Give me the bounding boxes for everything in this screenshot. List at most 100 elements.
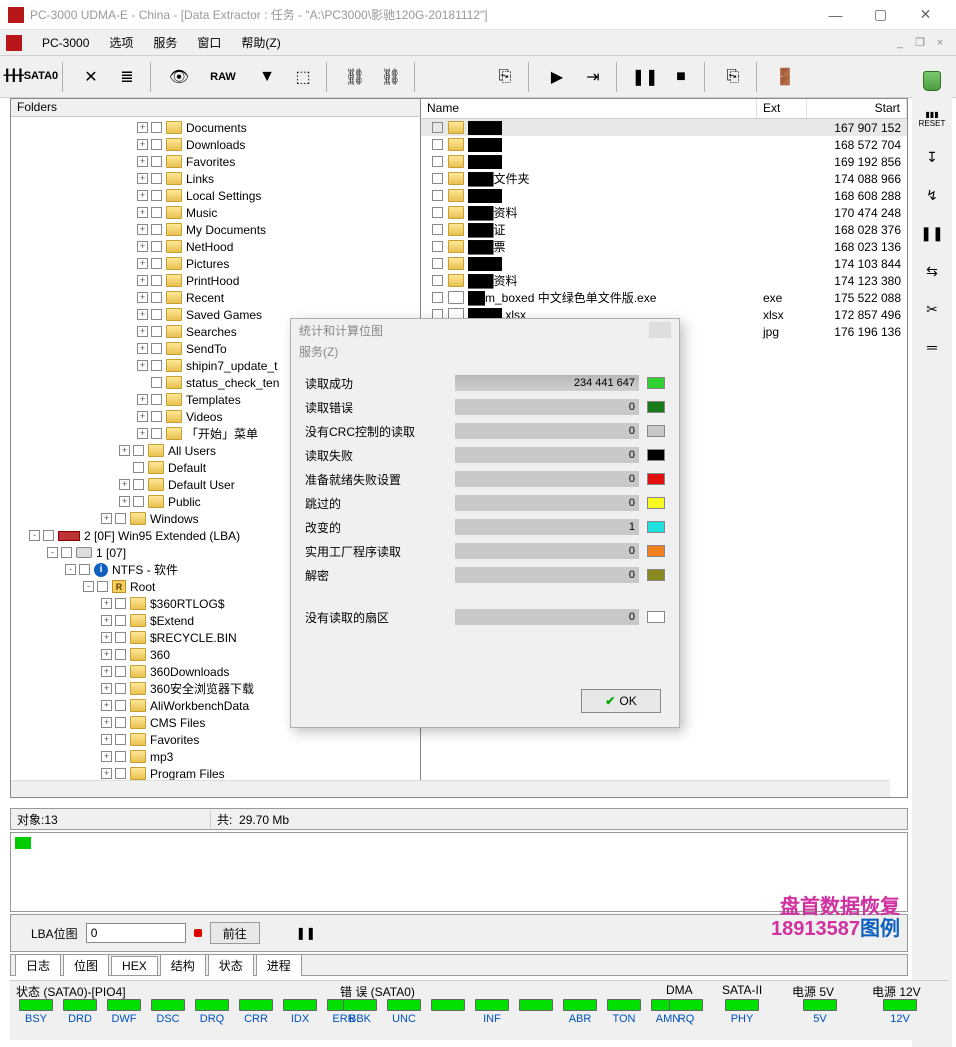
tree-toggle[interactable]: + xyxy=(101,632,112,643)
step-icon[interactable]: ⇥ xyxy=(576,60,610,94)
tree-toggle[interactable]: + xyxy=(137,139,148,150)
marker-down-icon[interactable]: ↧ xyxy=(917,142,947,172)
tree-toggle[interactable]: - xyxy=(83,581,94,592)
chain2-icon[interactable]: ⛓ xyxy=(374,60,408,94)
tree-checkbox[interactable] xyxy=(115,666,126,677)
tree-row[interactable]: +Favorites xyxy=(11,153,420,170)
tree-row[interactable]: +Recent xyxy=(11,289,420,306)
copy-icon[interactable]: ⎘ xyxy=(716,60,750,94)
mdi-close[interactable]: × xyxy=(930,35,950,51)
sata0-button[interactable]: ╂╂╂SATA0 xyxy=(6,60,56,94)
file-list-header[interactable]: Name Ext Start xyxy=(421,99,907,119)
file-checkbox[interactable] xyxy=(432,275,443,286)
tree-toggle[interactable]: + xyxy=(137,173,148,184)
file-checkbox[interactable] xyxy=(432,139,443,150)
tools-icon[interactable]: ✕ xyxy=(74,60,108,94)
tree-checkbox[interactable] xyxy=(61,547,72,558)
cut-icon[interactable]: ✂ xyxy=(917,294,947,324)
file-checkbox[interactable] xyxy=(432,190,443,201)
dialog-close-icon[interactable] xyxy=(649,322,671,338)
db-icon[interactable] xyxy=(917,66,947,96)
tree-toggle[interactable]: - xyxy=(47,547,58,558)
tree-checkbox[interactable] xyxy=(151,173,162,184)
tree-row[interactable]: +My Documents xyxy=(11,221,420,238)
maximize-button[interactable]: ▢ xyxy=(858,0,903,30)
tree-toggle[interactable]: + xyxy=(137,190,148,201)
file-checkbox[interactable] xyxy=(432,173,443,184)
tree-checkbox[interactable] xyxy=(133,445,144,456)
tree-checkbox[interactable] xyxy=(151,326,162,337)
tree-checkbox[interactable] xyxy=(115,513,126,524)
tree-checkbox[interactable] xyxy=(151,224,162,235)
pack-icon[interactable]: ⬚ xyxy=(286,60,320,94)
mdi-min[interactable]: _ xyxy=(890,35,910,51)
play-icon[interactable]: ▶ xyxy=(540,60,574,94)
funnel-icon[interactable]: ▼ xyxy=(250,60,284,94)
tree-checkbox[interactable] xyxy=(133,496,144,507)
tab-hex[interactable]: HEX xyxy=(111,956,158,975)
tree-toggle[interactable] xyxy=(137,377,148,388)
tree-checkbox[interactable] xyxy=(43,530,54,541)
tree-toggle[interactable]: + xyxy=(137,241,148,252)
tree-toggle[interactable]: + xyxy=(137,394,148,405)
tree-row[interactable]: +PrintHood xyxy=(11,272,420,289)
pause-icon[interactable]: ❚❚ xyxy=(628,60,662,94)
tree-toggle[interactable]: + xyxy=(137,309,148,320)
slider-icon[interactable]: ═ xyxy=(917,332,947,362)
tree-checkbox[interactable] xyxy=(115,598,126,609)
tree-toggle[interactable]: + xyxy=(119,445,130,456)
file-checkbox[interactable] xyxy=(432,156,443,167)
file-row[interactable]: ████174 103 844 xyxy=(421,255,907,272)
tree-checkbox[interactable] xyxy=(151,360,162,371)
file-row[interactable]: ███资料174 123 380 xyxy=(421,272,907,289)
chain-icon[interactable]: ⛓ xyxy=(338,60,372,94)
pause2-icon[interactable]: ❚❚ xyxy=(917,218,947,248)
tree-toggle[interactable]: + xyxy=(119,496,130,507)
tree-row[interactable]: +Documents xyxy=(11,119,420,136)
tree-checkbox[interactable] xyxy=(151,241,162,252)
tree-row[interactable]: +Local Settings xyxy=(11,187,420,204)
file-row[interactable]: ███文件夹174 088 966 xyxy=(421,170,907,187)
tree-checkbox[interactable] xyxy=(151,377,162,388)
exit-icon[interactable]: 🚪 xyxy=(768,60,802,94)
menu-app[interactable]: PC-3000 xyxy=(32,32,99,54)
file-checkbox[interactable] xyxy=(432,224,443,235)
menu-window[interactable]: 窗口 xyxy=(187,30,231,55)
tree-checkbox[interactable] xyxy=(133,462,144,473)
file-row[interactable]: ██m_boxed 中文绿色单文件版.exeexe175 522 088 xyxy=(421,289,907,306)
tree-toggle[interactable]: + xyxy=(137,207,148,218)
tree-toggle[interactable]: + xyxy=(137,411,148,422)
tree-row[interactable]: +Downloads xyxy=(11,136,420,153)
tree-toggle[interactable]: + xyxy=(137,343,148,354)
file-row[interactable]: ███票168 023 136 xyxy=(421,238,907,255)
tree-toggle[interactable]: + xyxy=(119,479,130,490)
col-start[interactable]: Start xyxy=(807,99,907,118)
dialog-menu[interactable]: 服务(Z) xyxy=(291,341,679,363)
tree-toggle[interactable]: + xyxy=(137,258,148,269)
tree-toggle[interactable]: + xyxy=(137,326,148,337)
file-row[interactable]: ███证168 028 376 xyxy=(421,221,907,238)
tree-checkbox[interactable] xyxy=(151,156,162,167)
col-ext[interactable]: Ext xyxy=(757,99,807,118)
menu-help[interactable]: 帮助(Z) xyxy=(231,30,290,55)
col-name[interactable]: Name xyxy=(421,99,757,118)
tree-row[interactable]: +mp3 xyxy=(11,748,420,765)
tree-row[interactable]: +NetHood xyxy=(11,238,420,255)
tree-checkbox[interactable] xyxy=(115,683,126,694)
raw-button[interactable]: RAW xyxy=(198,60,248,94)
tree-toggle[interactable]: - xyxy=(29,530,40,541)
tree-checkbox[interactable] xyxy=(151,394,162,405)
tab-state[interactable]: 状态 xyxy=(208,954,254,976)
tree-checkbox[interactable] xyxy=(115,717,126,728)
file-row[interactable]: ████167 907 152 xyxy=(421,119,907,136)
tree-checkbox[interactable] xyxy=(115,734,126,745)
minimize-button[interactable]: — xyxy=(813,0,858,30)
tree-toggle[interactable]: - xyxy=(65,564,76,575)
probe-icon[interactable]: ↯ xyxy=(917,180,947,210)
tree-toggle[interactable]: + xyxy=(101,751,112,762)
stop-icon[interactable]: ■ xyxy=(664,60,698,94)
tree-checkbox[interactable] xyxy=(151,139,162,150)
menu-options[interactable]: 选项 xyxy=(99,30,143,55)
tree-checkbox[interactable] xyxy=(151,122,162,133)
close-button[interactable]: ✕ xyxy=(903,0,948,30)
